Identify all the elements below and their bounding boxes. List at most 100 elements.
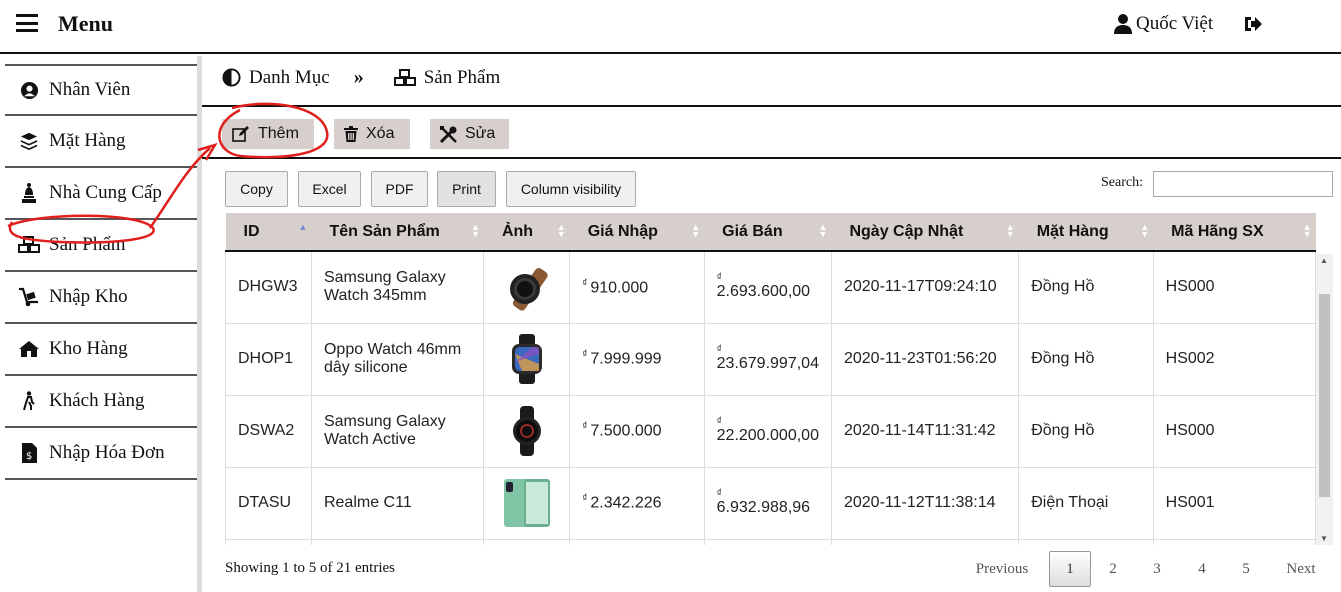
column-header-cost[interactable]: Giá Nhập ▲ ▼ <box>569 213 705 252</box>
pagination-next[interactable]: Next <box>1276 551 1326 587</box>
cost-value: 7.500.000 <box>590 422 662 440</box>
divider <box>202 105 1341 107</box>
table-scrollbar[interactable]: ▲ ▼ <box>1316 254 1333 545</box>
sort-icon: ▲ ▼ <box>818 222 828 239</box>
logout-icon[interactable] <box>1243 15 1263 38</box>
invoice-icon: $ <box>17 442 41 464</box>
table-row[interactable]: DHOP1 Oppo Watch 46mm dây silicone ₫ 7.99… <box>225 323 1316 396</box>
cell-cost: ₫ 910.000 <box>569 251 705 324</box>
column-header-category[interactable]: Mặt Hàng ▲ ▼ <box>1018 213 1154 252</box>
cell-maker: HS002 <box>1153 323 1316 396</box>
table-info: Showing 1 to 5 of 21 entries <box>225 560 395 576</box>
sidebar-item-san-pham[interactable]: Sản Phẩm <box>5 220 197 272</box>
table-row[interactable]: DSWA2 Samsung Galaxy Watch Active ₫ 7.500… <box>225 395 1316 468</box>
column-header-id[interactable]: ID ▲ <box>225 213 312 252</box>
cell-category: Điện Thoại <box>1018 467 1154 540</box>
menu-title: Menu <box>58 11 113 36</box>
currency-symbol: ₫ <box>716 272 722 284</box>
column-header-label: ID <box>243 222 260 240</box>
cell-price: ₫ 23.679.997,04 <box>704 323 832 396</box>
add-button-label: Thêm <box>258 125 299 142</box>
column-visibility-button[interactable]: Column visibility <box>506 171 636 207</box>
pagination-page-1[interactable]: 1 <box>1049 551 1091 587</box>
sort-icon: ▲ ▼ <box>471 222 480 239</box>
price-value: 22.200.000,00 <box>716 427 819 444</box>
column-header-price[interactable]: Giá Bán ▲ ▼ <box>704 213 832 252</box>
cost-value: 2.342.226 <box>590 494 662 512</box>
product-image-watch <box>511 334 542 384</box>
column-header-label: Ngày Cập Nhật <box>849 222 964 240</box>
cell-id: DHOP1 <box>225 323 312 396</box>
currency-symbol: ₫ <box>716 416 722 427</box>
copy-button[interactable]: Copy <box>225 171 288 207</box>
sidebar-item-label: Kho Hàng <box>49 338 128 359</box>
search-label: Search: <box>1101 175 1143 190</box>
delete-button-label: Xóa <box>366 125 395 142</box>
hamburger-menu-icon[interactable] <box>16 14 38 32</box>
edit-button[interactable]: Sửa <box>430 119 509 149</box>
print-button[interactable]: Print <box>437 171 496 207</box>
currency-symbol: ₫ <box>716 344 722 355</box>
pagination-page-5[interactable]: 5 <box>1233 551 1259 587</box>
currency-symbol: ₫ <box>582 493 588 505</box>
cell-maker: HS001 <box>1153 467 1316 540</box>
sidebar-item-nhap-hoa-don[interactable]: $ Nhập Hóa Đơn <box>5 428 197 480</box>
sidebar-item-label: Nhập Hóa Đơn <box>49 442 165 463</box>
cost-value: 7.999.999 <box>590 350 662 368</box>
product-image-watch <box>512 406 541 456</box>
cell-updated: 2020-11-12T11:38:14 <box>831 467 1020 540</box>
column-header-label: Mặt Hàng <box>1036 222 1109 240</box>
sidebar-item-khach-hang[interactable]: Khách Hàng <box>5 376 197 428</box>
sidebar-item-kho-hang[interactable]: Kho Hàng <box>5 324 197 376</box>
scroll-up-icon[interactable]: ▲ <box>1320 256 1328 265</box>
pdf-button[interactable]: PDF <box>371 171 428 207</box>
pagination-previous[interactable]: Previous <box>964 551 1040 587</box>
top-bar: Menu Quốc Việt <box>0 0 1341 54</box>
search-input[interactable] <box>1153 171 1333 197</box>
sort-icon: ▲ ▼ <box>1005 222 1015 239</box>
add-button[interactable]: Thêm <box>222 119 314 149</box>
cell-category: Đồng Hồ <box>1018 323 1154 396</box>
sidebar-item-mat-hang[interactable]: Mặt Hàng <box>5 116 197 168</box>
user-icon <box>1114 14 1132 34</box>
column-header-updated[interactable]: Ngày Cập Nhật ▲ ▼ <box>831 213 1019 252</box>
column-header-name[interactable]: Tên Sản Phẩm ▲ ▼ <box>311 213 484 252</box>
column-header-maker[interactable]: Mã Hãng SX ▲ ▼ <box>1153 213 1316 252</box>
column-header-label: Tên Sản Phẩm <box>329 222 440 240</box>
sidebar-item-label: Khách Hàng <box>49 390 145 411</box>
tools-icon <box>440 125 457 143</box>
divider <box>202 157 1341 159</box>
sidebar-item-nha-cung-cap[interactable]: Nhà Cung Cấp <box>5 168 197 220</box>
breadcrumb-current: Sản Phẩm <box>423 66 501 88</box>
pagination-page-4[interactable]: 4 <box>1189 551 1215 587</box>
product-image-phone <box>503 479 550 527</box>
sidebar-item-label: Sản Phẩm <box>49 234 126 255</box>
cell-id: DSWA2 <box>225 395 312 468</box>
sort-icon: ▲ ▼ <box>1140 222 1150 239</box>
table-row[interactable] <box>225 539 1316 545</box>
table-row[interactable]: DHGW3 Samsung Galaxy Watch 345mm ₫ 910.00… <box>225 251 1316 324</box>
cell-updated: 2020-11-23T01:56:20 <box>831 323 1020 396</box>
sidebar-item-label: Nhập Kho <box>49 286 128 307</box>
scroll-down-icon[interactable]: ▼ <box>1320 534 1328 543</box>
user-account[interactable]: Quốc Việt <box>1114 13 1213 35</box>
column-header-image[interactable]: Ảnh ▲ ▼ <box>483 213 570 252</box>
column-header-label: Ảnh <box>501 222 534 240</box>
sidebar-item-nhap-kho[interactable]: Nhập Kho <box>5 272 197 324</box>
excel-button[interactable]: Excel <box>298 171 361 207</box>
sidebar-item-nhan-vien[interactable]: Nhân Viên <box>5 64 197 116</box>
edit-icon <box>232 126 249 142</box>
delete-button[interactable]: Xóa <box>334 119 410 149</box>
pagination-page-2[interactable]: 2 <box>1100 551 1126 587</box>
cell-image <box>483 323 571 396</box>
cubes-icon <box>393 68 416 86</box>
sidebar: Nhân Viên Mặt Hàng Nhà Cung Cấp Sản Phẩm… <box>0 56 202 592</box>
table-row[interactable]: DTASU Realme C11 ₫ 2.342.226 ₫ 6.932.988,9… <box>225 467 1316 540</box>
scrollbar-thumb[interactable] <box>1319 294 1330 497</box>
breadcrumb-parent[interactable]: Danh Mục <box>249 67 330 89</box>
cell-image <box>483 251 571 324</box>
pagination-page-3[interactable]: 3 <box>1144 551 1170 587</box>
cell-cost: ₫ 7.500.000 <box>569 395 705 468</box>
products-table-container: ID ▲ Tên Sản Phẩm ▲ ▼ Ảnh ▲ ▼ Giá Nhập ▲ ▼ Giá … <box>225 213 1316 545</box>
cell-maker: HS000 <box>1153 395 1316 468</box>
